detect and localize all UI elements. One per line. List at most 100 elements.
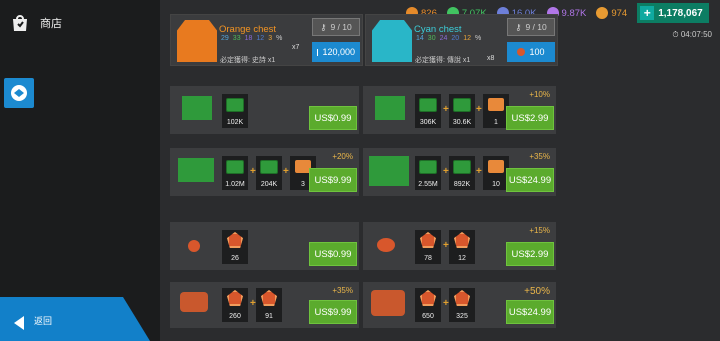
pack-card: 102K US$0.99: [170, 86, 359, 134]
gold-icon: [227, 290, 243, 306]
gold-coins-icon: [377, 238, 395, 252]
key-icon: ⚷: [320, 21, 327, 32]
cash-icon: [453, 160, 471, 174]
bonus-badge: +15%: [529, 226, 550, 235]
cash-icon: [419, 98, 437, 112]
pack-card: 260 + 91 +35% US$9.99: [170, 282, 359, 328]
cash-icon: [453, 98, 471, 112]
chest-buy-button[interactable]: 120,000: [312, 42, 360, 62]
shop-label: 商店: [40, 18, 62, 30]
buy-button[interactable]: US$24.99: [506, 168, 554, 192]
cash-display[interactable]: +1,178,067: [637, 3, 709, 23]
buy-button[interactable]: US$0.99: [309, 242, 357, 266]
reward-slot: 260: [222, 288, 248, 322]
cash-pile-icon: [178, 158, 214, 182]
plus-sign: +: [476, 166, 482, 177]
plus-sign: +: [250, 298, 256, 309]
gold-icon: [454, 232, 470, 248]
back-label: 返回: [34, 316, 53, 326]
ticket-icon: [488, 160, 504, 173]
chest-guarantee: 必定獲得: 史詩 x1: [220, 57, 276, 64]
shop-bag-icon: [13, 15, 27, 31]
chest-odds: 14 30 24 20 12 %: [416, 35, 482, 42]
pack-card: 1.02M + 204K + 3 +20% US$9.99: [170, 148, 359, 196]
reward-slot: 306K: [415, 94, 441, 128]
cash-icon: [226, 98, 244, 112]
plus-sign: +: [283, 166, 289, 177]
chest-name: Orange chest: [219, 24, 277, 35]
cash-icon: [317, 48, 319, 56]
chest-buy-button[interactable]: 100: [507, 42, 555, 62]
gold-icon: [261, 290, 277, 306]
cash-pile-icon: [369, 156, 409, 186]
chest-odds: 29 33 18 12 3 %: [221, 35, 283, 42]
reward-slot: 102K: [222, 94, 248, 128]
pack-card: 78 + 12 +15% US$2.99: [363, 222, 556, 270]
plus-sign: +: [443, 166, 449, 177]
chest-guarantee: 必定獲得: 傳說 x1: [415, 57, 471, 64]
sidebar: 商店 返回: [0, 0, 160, 341]
reward-slot: 325: [449, 288, 475, 322]
gold-coins-icon: [180, 292, 208, 312]
resource-orange: 974: [596, 7, 627, 19]
plus-sign: +: [443, 298, 449, 309]
chest-multiplier: x8: [487, 55, 495, 62]
gold-pile-icon: [371, 290, 405, 316]
pack-card: 26 US$0.99: [170, 222, 359, 270]
cyan-chest-icon: [372, 20, 412, 62]
orange-chest-card: Orange chest 29 33 18 12 3 % x7 必定獲得: 史詩…: [170, 14, 363, 66]
reward-slot: 78: [415, 230, 441, 264]
bonus-badge: +10%: [529, 90, 550, 99]
orange-chest-icon: [177, 20, 217, 62]
reward-slot: 892K: [449, 156, 475, 190]
reward-slot: 650: [415, 288, 441, 322]
bonus-badge: +35%: [332, 286, 353, 295]
cash-icon: [226, 160, 244, 174]
gold-coins-icon: [188, 240, 200, 252]
add-cash-icon[interactable]: +: [640, 6, 655, 20]
gold-icon: [420, 290, 436, 306]
plus-sign: +: [443, 240, 449, 251]
bonus-badge: +50%: [524, 286, 550, 297]
reward-slot: 12: [449, 230, 475, 264]
pack-card: 306K + 30.6K + 1 +10% US$2.99: [363, 86, 556, 134]
key-icon: ⚷: [515, 21, 522, 32]
cash-stack-icon: [375, 96, 405, 120]
plus-sign: +: [443, 104, 449, 115]
plus-sign: +: [476, 104, 482, 115]
cyan-chest-card: Cyan chest 14 30 24 20 12 % x8 必定獲得: 傳說 …: [365, 14, 558, 66]
buy-button[interactable]: US$2.99: [506, 106, 554, 130]
bonus-badge: +35%: [529, 152, 550, 161]
reward-slot: 2.55M: [415, 156, 441, 190]
gold-icon: [227, 232, 243, 248]
reward-slot: 1.02M: [222, 156, 248, 190]
buy-button[interactable]: US$2.99: [506, 242, 554, 266]
shop-tab[interactable]: 商店: [10, 14, 62, 32]
pack-card: 650 + 325 +50% US$24.99: [363, 282, 556, 328]
buy-button[interactable]: US$9.99: [309, 168, 357, 192]
gold-icon: [517, 48, 526, 56]
back-arrow-icon: [14, 316, 24, 330]
buy-button[interactable]: US$0.99: [309, 106, 357, 130]
ticket-icon: [488, 98, 504, 111]
orange-token-icon: [596, 7, 609, 19]
category-button[interactable]: [4, 78, 34, 108]
cash-icon: [260, 160, 278, 174]
gold-icon: [454, 290, 470, 306]
gold-icon: [420, 232, 436, 248]
reward-slot: 204K: [256, 156, 282, 190]
chest-counter: ⚷ 9 / 10: [312, 18, 360, 36]
cash-icon: [419, 160, 437, 174]
pack-card: 2.55M + 892K + 10 +35% US$24.99: [363, 148, 556, 196]
reward-slot: 30.6K: [449, 94, 475, 128]
buy-button[interactable]: US$9.99: [309, 300, 357, 324]
timer: ⏱ 04:07:50: [672, 30, 712, 39]
buy-button[interactable]: US$24.99: [506, 300, 554, 324]
plus-sign: +: [250, 166, 256, 177]
chest-name: Cyan chest: [414, 24, 462, 35]
emblem-icon: [11, 85, 27, 101]
reward-slot: 26: [222, 230, 248, 264]
reward-slot: 91: [256, 288, 282, 322]
chest-multiplier: x7: [292, 44, 300, 51]
chest-counter: ⚷ 9 / 10: [507, 18, 555, 36]
